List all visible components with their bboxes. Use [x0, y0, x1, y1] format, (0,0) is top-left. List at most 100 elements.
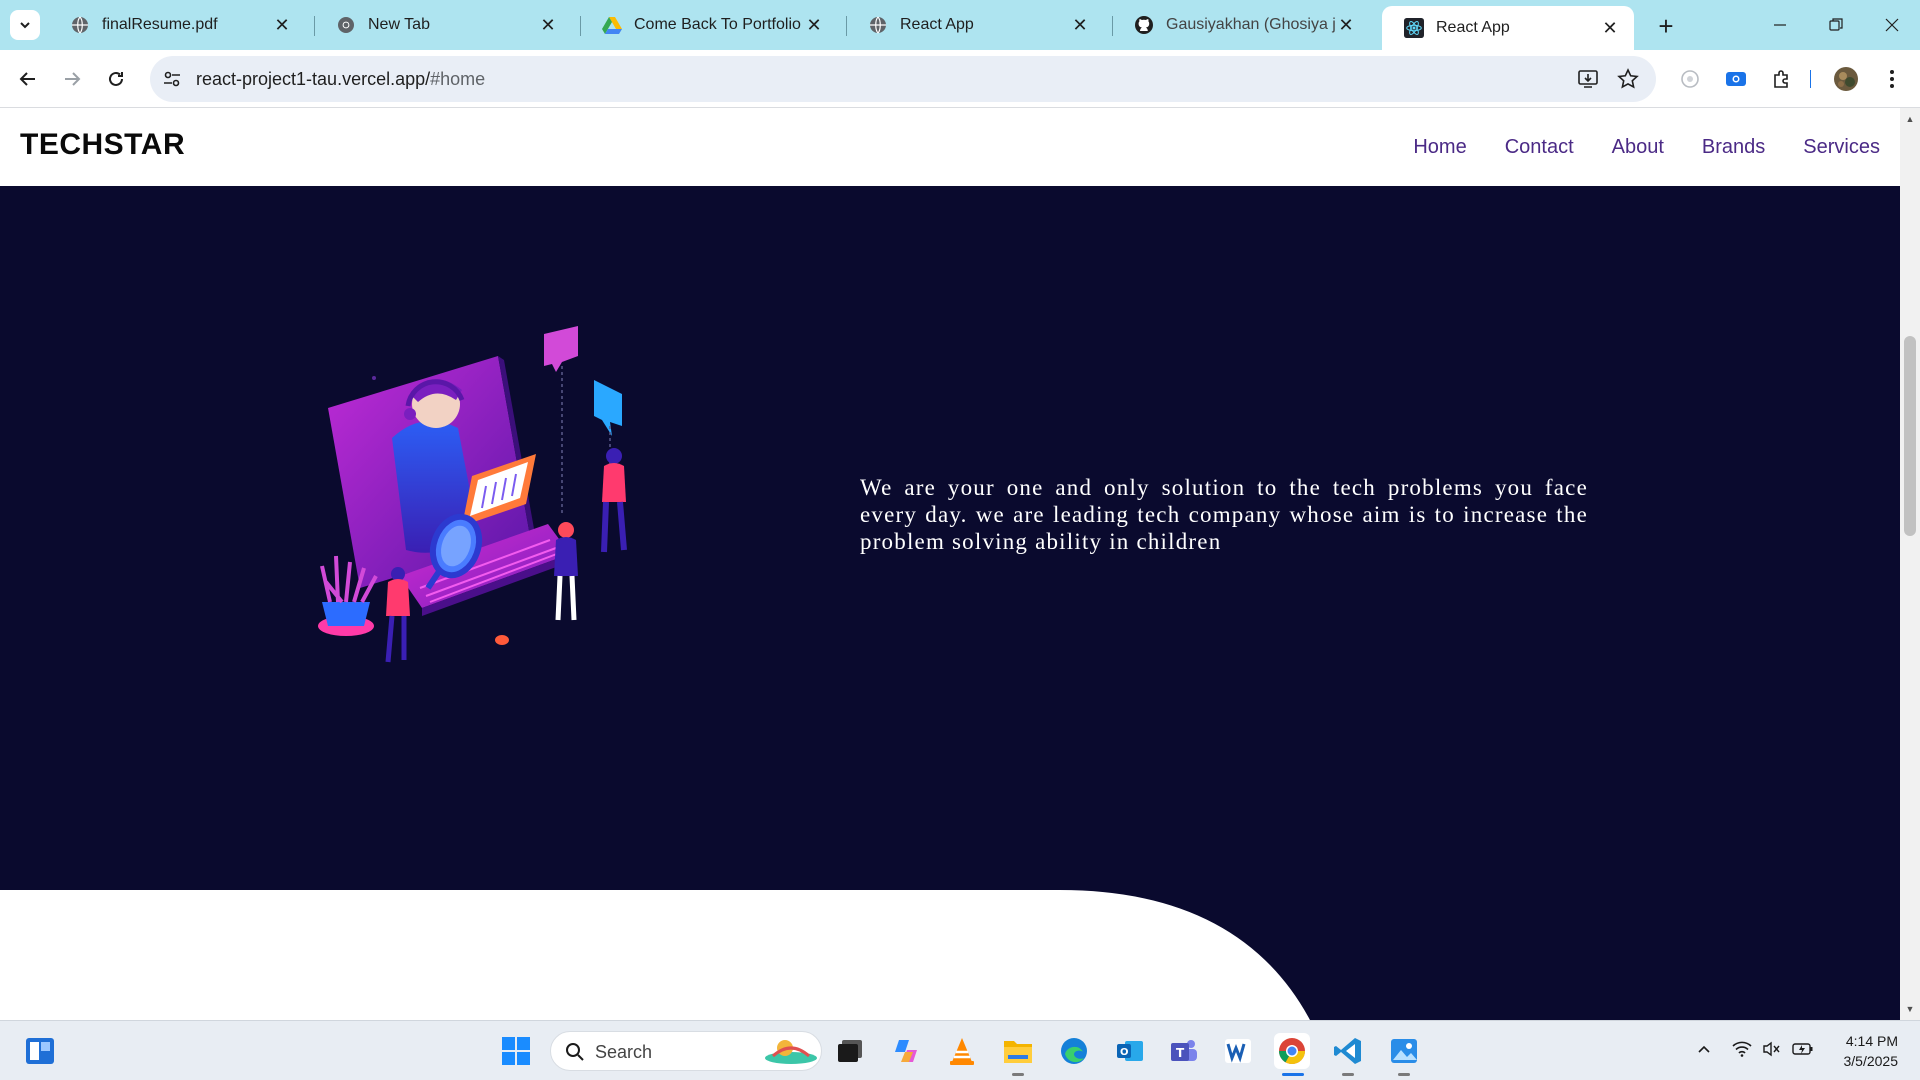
toolbar-divider	[1810, 70, 1811, 88]
back-button[interactable]	[12, 63, 44, 95]
clock-date: 3/5/2025	[1843, 1053, 1899, 1069]
scroll-down-arrow-icon[interactable]: ▼	[1903, 1002, 1917, 1016]
menu-kebab-icon[interactable]	[1878, 65, 1906, 93]
vscode-icon[interactable]	[1330, 1033, 1366, 1069]
person-figure	[601, 448, 627, 553]
tab-github[interactable]: Gausiyakhan (Ghosiya jabb ✕	[1112, 6, 1370, 44]
web-page: TECHSTAR Home Contact About Brands Servi…	[0, 108, 1900, 1020]
github-icon	[1134, 15, 1154, 35]
globe-icon	[70, 15, 90, 35]
tab-title: finalResume.pdf	[102, 16, 218, 33]
start-windows-icon[interactable]	[498, 1033, 534, 1069]
tab-search-button[interactable]	[10, 10, 40, 40]
reload-icon	[109, 71, 123, 86]
taskbar-clock[interactable]: 4:14 PM 3/5/2025	[1844, 1031, 1899, 1071]
clock-time: 4:14 PM	[1845, 1033, 1898, 1049]
volume-muted-icon[interactable]	[1762, 1041, 1782, 1060]
extension-icon[interactable]	[1676, 65, 1704, 93]
restore-icon	[1829, 18, 1843, 31]
scrollbar-thumb[interactable]	[1904, 336, 1916, 536]
browser-toolbar: react-project1-tau.vercel.app/#home	[0, 50, 1920, 108]
edge-icon[interactable]	[1056, 1033, 1092, 1069]
tab-new-tab[interactable]: New Tab ✕	[314, 6, 572, 44]
profile-avatar[interactable]	[1832, 65, 1860, 93]
tab-title: New Tab	[368, 16, 430, 33]
restore-button[interactable]	[1808, 0, 1864, 50]
close-window-button[interactable]	[1864, 0, 1920, 50]
arrow-left-icon	[19, 72, 35, 86]
chrome-taskbar-icon[interactable]	[1274, 1033, 1310, 1069]
chat-bubble	[544, 326, 578, 372]
taskbar-search-label: Search	[595, 1042, 653, 1062]
tab-react-app[interactable]: React App ✕	[846, 6, 1104, 44]
tab-title: Gausiyakhan (Ghosiya jabb	[1166, 16, 1336, 33]
screen-capture-icon[interactable]	[1722, 65, 1750, 93]
svg-text:T: T	[1176, 1046, 1185, 1060]
word-icon[interactable]	[1220, 1033, 1256, 1069]
drive-icon	[602, 15, 622, 35]
chevron-down-icon	[20, 22, 30, 29]
minimize-button[interactable]	[1752, 0, 1808, 50]
url-path: #home	[430, 69, 486, 89]
site-settings-icon[interactable]	[160, 67, 184, 91]
hero-illustration	[318, 326, 627, 663]
bookmark-star-icon[interactable]	[1616, 67, 1640, 91]
close-icon[interactable]: ✕	[804, 15, 824, 35]
search-icon	[566, 1043, 584, 1061]
vlc-icon[interactable]	[944, 1033, 980, 1069]
search-highlight-icon	[765, 1040, 817, 1064]
address-bar[interactable]: react-project1-tau.vercel.app/#home	[150, 56, 1656, 102]
nav-link-about[interactable]: About	[1612, 136, 1664, 159]
react-icon	[1404, 18, 1424, 38]
tab-portfolio[interactable]: Come Back To Portfolio ✕	[580, 6, 838, 44]
scroll-up-arrow-icon[interactable]: ▲	[1903, 112, 1917, 126]
url-host: react-project1-tau.vercel.app/	[196, 69, 431, 89]
plus-icon: +	[1658, 10, 1674, 41]
forward-button[interactable]	[56, 63, 88, 95]
taskbar-search[interactable]: Search	[550, 1031, 822, 1071]
photos-icon[interactable]	[1386, 1033, 1422, 1069]
outlook-icon[interactable]: O	[1112, 1033, 1148, 1069]
close-icon[interactable]: ✕	[1600, 18, 1620, 38]
widgets-icon[interactable]	[22, 1033, 58, 1069]
wifi-icon[interactable]	[1732, 1041, 1752, 1060]
page-scrollbar[interactable]: ▲ ▼	[1900, 108, 1920, 1020]
file-explorer-icon[interactable]	[1000, 1033, 1036, 1069]
tab-react-app-active[interactable]: React App ✕	[1382, 6, 1634, 50]
minimize-icon	[1774, 24, 1786, 26]
tab-title: Come Back To Portfolio	[634, 16, 801, 33]
nav-link-contact[interactable]: Contact	[1505, 136, 1574, 159]
nav-link-services[interactable]: Services	[1803, 136, 1880, 159]
battery-charging-icon[interactable]	[1792, 1041, 1814, 1060]
copilot-icon[interactable]	[888, 1033, 924, 1069]
show-hidden-icons-chevron-icon[interactable]	[1696, 1041, 1712, 1060]
install-app-icon[interactable]	[1576, 67, 1600, 91]
close-icon[interactable]: ✕	[1336, 15, 1356, 35]
new-tab-button[interactable]: +	[1652, 10, 1680, 41]
site-nav-links: Home Contact About Brands Services	[1413, 136, 1880, 159]
app-running-indicator	[1012, 1073, 1024, 1076]
extensions-puzzle-icon[interactable]	[1768, 65, 1796, 93]
tab-title: React App	[900, 16, 974, 33]
hero-description: We are your one and only solution to the…	[860, 475, 1588, 554]
person-figure	[554, 522, 578, 621]
teams-icon[interactable]: T	[1166, 1033, 1202, 1069]
globe-icon	[868, 15, 888, 35]
nav-link-brands[interactable]: Brands	[1702, 136, 1765, 159]
close-icon[interactable]: ✕	[538, 15, 558, 35]
tab-finalresume[interactable]: finalResume.pdf ✕	[48, 6, 306, 44]
url-text: react-project1-tau.vercel.app/#home	[196, 69, 485, 90]
site-navbar: TECHSTAR Home Contact About Brands Servi…	[0, 108, 1900, 186]
arrow-right-icon	[65, 72, 81, 86]
reload-button[interactable]	[100, 63, 132, 95]
close-icon[interactable]: ✕	[272, 15, 292, 35]
chat-bubble	[594, 380, 622, 436]
tab-title: React App	[1436, 19, 1510, 36]
chrome-icon	[336, 15, 356, 35]
person-figure	[385, 567, 410, 663]
nav-link-home[interactable]: Home	[1413, 136, 1466, 159]
close-icon[interactable]: ✕	[1070, 15, 1090, 35]
svg-text:O: O	[1120, 1047, 1129, 1058]
site-brand[interactable]: TECHSTAR	[20, 128, 185, 162]
task-view-icon[interactable]	[832, 1033, 868, 1069]
